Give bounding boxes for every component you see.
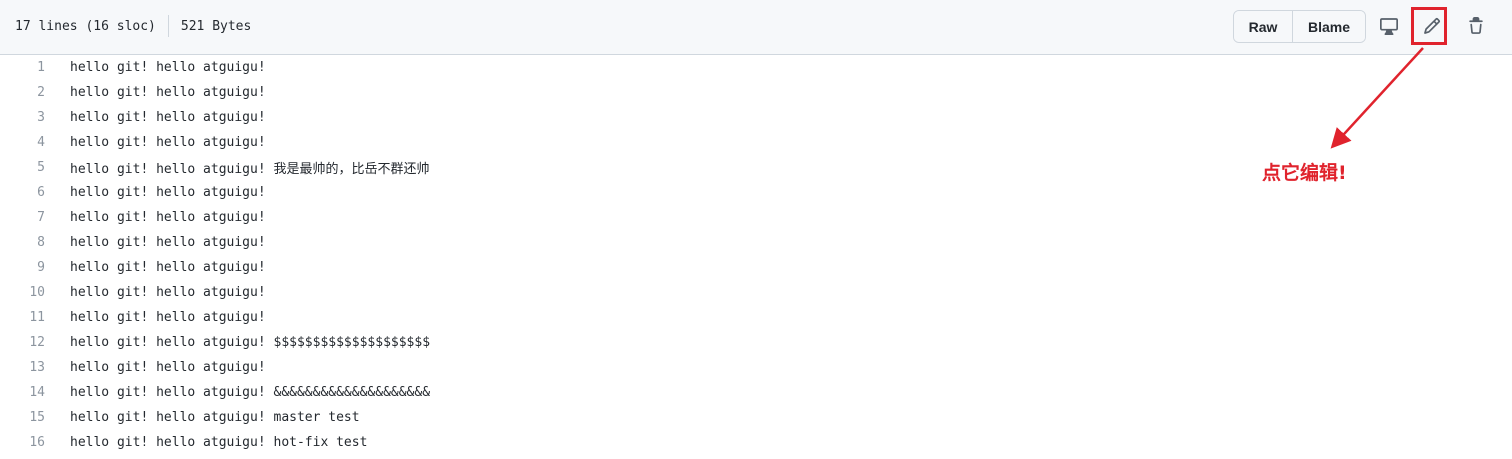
line-content: hello git! hello atguigu! (70, 285, 266, 300)
blame-button[interactable]: Blame (1293, 11, 1365, 42)
line-number[interactable]: 7 (0, 210, 45, 225)
line-number[interactable]: 14 (0, 385, 45, 400)
line-content: hello git! hello atguigu! $$$$$$$$$$$$$$… (70, 335, 431, 350)
divider (167, 15, 169, 37)
line-content: hello git! hello atguigu! master test (70, 410, 360, 425)
line-number[interactable]: 5 (0, 160, 45, 175)
line-number[interactable]: 11 (0, 310, 45, 325)
line-content: hello git! hello atguigu! (70, 210, 266, 225)
raw-button[interactable]: Raw (1234, 11, 1293, 42)
line-content: hello git! hello atguigu! hot-fix test (70, 435, 368, 450)
line-content: hello git! hello atguigu! (70, 360, 266, 375)
line-number[interactable]: 8 (0, 235, 45, 250)
code-line: 9 hello git! hello atguigu! (0, 255, 1512, 280)
code-line: 12 hello git! hello atguigu! $$$$$$$$$$$$… (0, 330, 1512, 355)
size-info: 521 Bytes (180, 18, 252, 34)
line-content: hello git! hello atguigu! (70, 60, 266, 75)
code-line: 3 hello git! hello atguigu! (0, 105, 1512, 130)
code-view: 1 hello git! hello atguigu! 2 hello git! he… (0, 55, 1512, 455)
line-number[interactable]: 2 (0, 85, 45, 100)
line-number[interactable]: 1 (0, 60, 45, 75)
line-content: hello git! hello atguigu! &&&&&&&&&&&&&&… (70, 385, 431, 400)
view-button-group: Raw Blame (1233, 10, 1366, 43)
desktop-icon[interactable] (1377, 14, 1401, 38)
code-line: 15 hello git! hello atguigu! master test (0, 405, 1512, 430)
line-number[interactable]: 9 (0, 260, 45, 275)
file-header: 17 lines (16 sloc) 521 Bytes Raw Blame (0, 0, 1512, 55)
line-content: hello git! hello atguigu! (70, 135, 266, 150)
edit-annotation: 点它编辑! (1262, 162, 1347, 184)
code-line: 16 hello git! hello atguigu! hot-fix test (0, 430, 1512, 455)
line-content: hello git! hello atguigu! (70, 235, 266, 250)
line-content: hello git! hello atguigu! (70, 110, 266, 125)
lines-info: 17 lines (16 sloc) (15, 18, 156, 34)
code-line: 11 hello git! hello atguigu! (0, 305, 1512, 330)
code-line: 1 hello git! hello atguigu! (0, 55, 1512, 80)
line-content: hello git! hello atguigu! (70, 260, 266, 275)
line-number[interactable]: 12 (0, 335, 45, 350)
line-content: hello git! hello atguigu! (70, 310, 266, 325)
trash-icon[interactable] (1464, 14, 1488, 38)
code-line: 14 hello git! hello atguigu! &&&&&&&&&&&&… (0, 380, 1512, 405)
line-number[interactable]: 3 (0, 110, 45, 125)
code-line: 8 hello git! hello atguigu! (0, 230, 1512, 255)
code-line: 10 hello git! hello atguigu! (0, 280, 1512, 305)
line-number[interactable]: 16 (0, 435, 45, 450)
code-line: 2 hello git! hello atguigu! (0, 80, 1512, 105)
highlight-box (1411, 7, 1447, 45)
code-line: 7 hello git! hello atguigu! (0, 205, 1512, 230)
line-content: hello git! hello atguigu! (70, 85, 266, 100)
line-number[interactable]: 13 (0, 360, 45, 375)
line-content: hello git! hello atguigu! 我是最帅的，比岳不群还帅 (70, 162, 430, 177)
line-number[interactable]: 4 (0, 135, 45, 150)
file-info: 17 lines (16 sloc) 521 Bytes (15, 15, 252, 37)
line-number[interactable]: 15 (0, 410, 45, 425)
code-line: 4 hello git! hello atguigu! (0, 130, 1512, 155)
code-line: 13 hello git! hello atguigu! (0, 355, 1512, 380)
line-number[interactable]: 6 (0, 185, 45, 200)
line-number[interactable]: 10 (0, 285, 45, 300)
line-content: hello git! hello atguigu! (70, 185, 266, 200)
